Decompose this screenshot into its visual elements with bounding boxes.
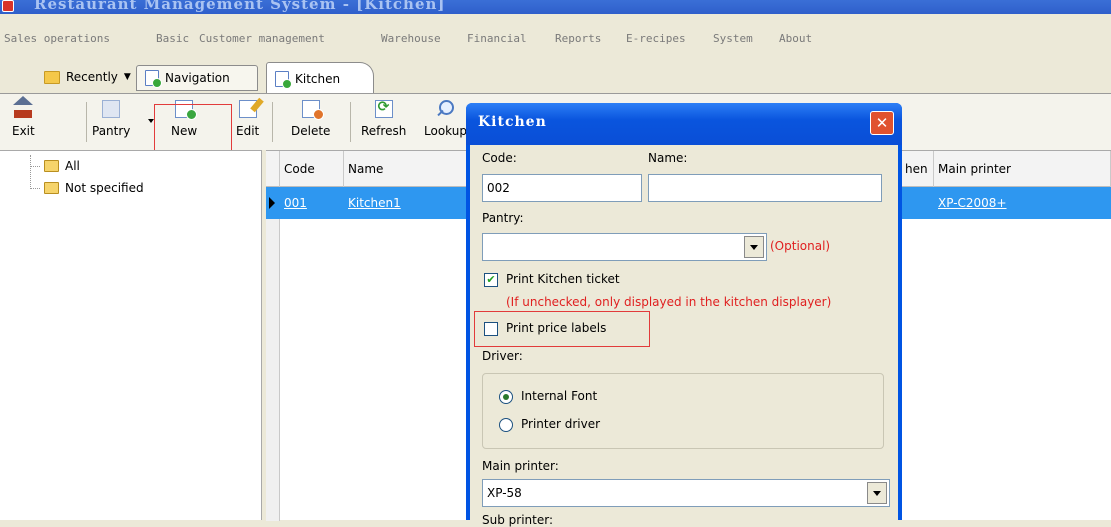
cell-main-printer[interactable]: XP-C2008+ — [934, 187, 1111, 219]
menu-e-recipes[interactable]: E-recipes — [626, 32, 686, 45]
lookup-label: Lookup — [424, 124, 467, 138]
refresh-label: Refresh — [361, 124, 407, 138]
folder-icon — [44, 70, 60, 84]
menu-system[interactable]: System — [713, 32, 753, 45]
print-kitchen-ticket-checkbox[interactable]: ✔ — [484, 273, 498, 287]
print-ticket-note: (If unchecked, only displayed in the kit… — [506, 295, 832, 309]
chevron-down-icon[interactable] — [744, 236, 764, 258]
exit-button[interactable]: Exit — [12, 96, 35, 138]
tabs-row: Recently ▼ Navigation Kitchen — [0, 58, 1111, 94]
pantry-button[interactable]: Pantry — [92, 100, 130, 138]
toolbar-separator — [86, 102, 87, 142]
printer-driver-label: Printer driver — [521, 417, 601, 431]
delete-button[interactable]: Delete — [291, 100, 330, 138]
print-kitchen-ticket-label: Print Kitchen ticket — [506, 272, 620, 286]
refresh-icon — [374, 99, 393, 118]
recently-dropdown[interactable]: Recently ▼ — [36, 64, 139, 90]
title-bar: Restaurant Management System - [Kitchen] — [0, 0, 1111, 14]
optional-note: (Optional) — [770, 239, 831, 253]
pantry-icon — [102, 100, 121, 118]
driver-label: Driver: — [482, 349, 523, 363]
menu-financial[interactable]: Financial — [467, 32, 527, 45]
lookup-button[interactable]: Lookup — [424, 100, 467, 138]
tree-item-all[interactable]: All — [30, 157, 80, 175]
folder-icon — [44, 182, 59, 194]
refresh-button[interactable]: Refresh — [361, 99, 407, 138]
dialog-title-bar[interactable]: Kitchen ✕ — [466, 103, 902, 145]
chevron-down-icon: ▼ — [123, 72, 131, 82]
tab-kitchen-label: Kitchen — [295, 71, 341, 86]
toolbar-separator — [350, 102, 351, 142]
main-printer-select[interactable]: XP-58 — [482, 479, 890, 507]
driver-group: Internal Font Printer driver — [482, 373, 884, 449]
column-header-name[interactable]: Name — [344, 151, 470, 187]
tab-kitchen[interactable]: Kitchen — [266, 62, 374, 94]
app-icon — [2, 0, 14, 12]
current-row-indicator-icon — [269, 197, 275, 209]
column-header-code[interactable]: Code — [280, 151, 344, 187]
close-button[interactable]: ✕ — [870, 111, 894, 135]
dialog-title: Kitchen — [478, 114, 547, 130]
document-icon — [275, 70, 292, 89]
pantry-label: Pantry — [92, 124, 131, 138]
tab-navigation-label: Navigation — [165, 71, 230, 85]
cell-name[interactable]: Kitchen1 — [344, 187, 470, 219]
new-button-highlight — [154, 104, 232, 152]
dialog-body: Code: Name: 002 Pantry: (Optional) ✔ Pri… — [470, 145, 898, 527]
menu-bar: Sales operations Basic Customer manageme… — [0, 26, 1111, 48]
category-tree: All Not specified — [0, 150, 262, 520]
tab-navigation[interactable]: Navigation — [136, 65, 258, 91]
window-title: Restaurant Management System - [Kitchen] — [34, 0, 446, 13]
cell-code[interactable]: 001 — [280, 187, 344, 219]
tree-branch — [30, 165, 40, 167]
delete-icon — [301, 100, 324, 120]
pantry-select[interactable] — [482, 233, 767, 261]
folder-icon — [44, 160, 59, 172]
menu-basic[interactable]: Basic — [156, 32, 189, 45]
code-label: Code: — [482, 151, 517, 165]
home-icon — [13, 96, 34, 118]
edit-button[interactable]: Edit — [236, 100, 259, 138]
pantry-label: Pantry: — [482, 211, 524, 225]
tree-item-label: Not specified — [65, 181, 144, 195]
internal-font-radio[interactable] — [499, 390, 513, 404]
menu-warehouse[interactable]: Warehouse — [381, 32, 441, 45]
row-header-cell — [266, 151, 280, 187]
print-price-labels-label: Print price labels — [506, 321, 607, 335]
edit-icon — [238, 100, 257, 118]
edit-label: Edit — [236, 124, 260, 138]
sub-printer-label: Sub printer: — [482, 513, 553, 527]
magnifier-icon — [436, 100, 455, 118]
exit-label: Exit — [12, 124, 35, 138]
column-header-main-printer[interactable]: Main printer — [934, 151, 1111, 187]
recently-label: Recently — [66, 70, 118, 84]
delete-label: Delete — [291, 124, 331, 138]
chevron-down-icon[interactable] — [867, 482, 887, 504]
menu-about[interactable]: About — [779, 32, 812, 45]
document-icon — [145, 70, 162, 88]
menu-sales-operations[interactable]: Sales operations — [4, 32, 110, 45]
close-icon: ✕ — [875, 114, 889, 132]
tree-branch — [30, 187, 40, 189]
menu-reports[interactable]: Reports — [555, 32, 601, 45]
name-label: Name: — [648, 151, 688, 165]
code-field[interactable]: 002 — [482, 174, 642, 202]
internal-font-label: Internal Font — [521, 389, 598, 403]
menu-customer-management[interactable]: Customer management — [199, 32, 325, 45]
main-printer-value: XP-58 — [487, 486, 522, 500]
kitchen-dialog: Kitchen ✕ Code: Name: 002 Pantry: (Optio… — [466, 103, 902, 527]
printer-driver-radio[interactable] — [499, 418, 513, 432]
toolbar-separator — [272, 102, 273, 142]
print-price-labels-checkbox[interactable] — [484, 322, 498, 336]
main-printer-label: Main printer: — [482, 459, 559, 473]
tree-item-not-specified[interactable]: Not specified — [30, 179, 144, 197]
name-field[interactable] — [648, 174, 882, 202]
tree-item-label: All — [65, 159, 80, 173]
column-header-kitchen[interactable]: hen — [900, 151, 934, 187]
